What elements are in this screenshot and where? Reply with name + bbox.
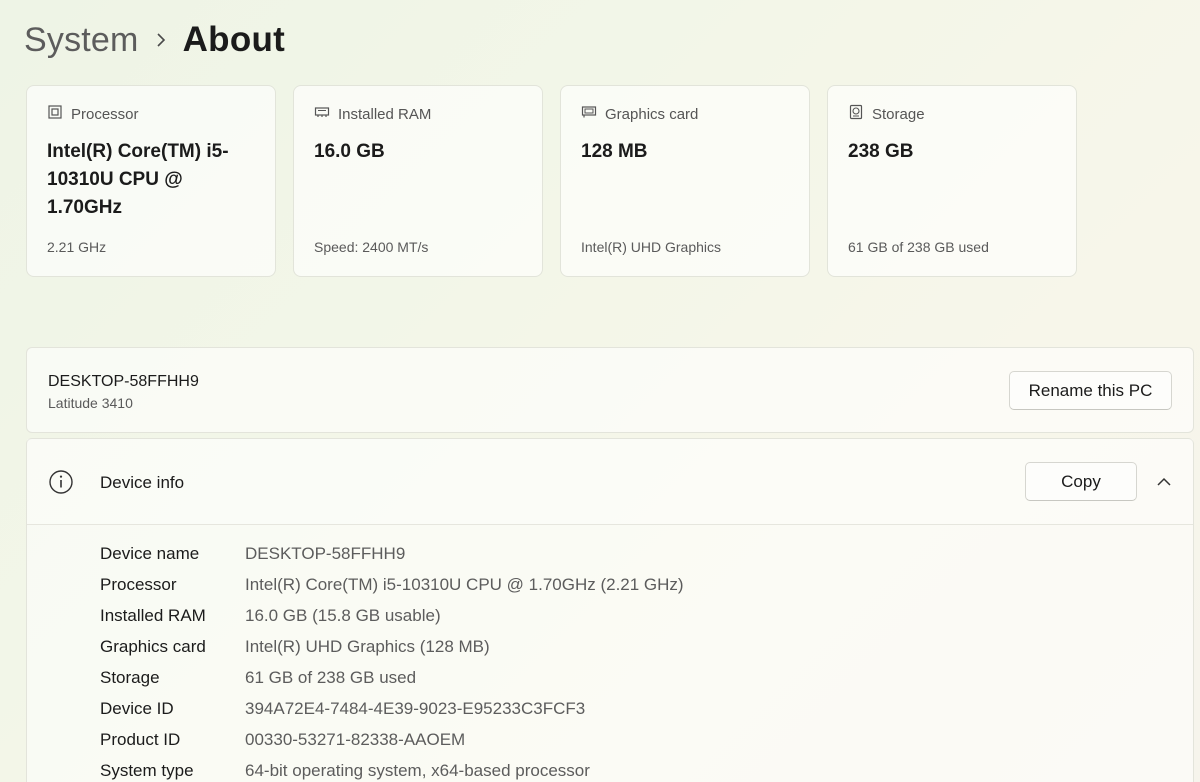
rename-pc-button[interactable]: Rename this PC (1009, 371, 1172, 410)
breadcrumb-system-link[interactable]: System (24, 21, 139, 60)
chevron-up-icon[interactable] (1156, 475, 1172, 493)
pc-name-panel: DESKTOP-58FFHH9 Latitude 3410 Rename thi… (26, 347, 1194, 433)
device-info-header[interactable]: Device info Copy (27, 439, 1193, 525)
ram-card: Installed RAM 16.0 GB Speed: 2400 MT/s (293, 85, 543, 277)
table-row: Device name DESKTOP-58FFHH9 (100, 538, 684, 569)
ram-icon (314, 104, 330, 124)
info-icon (48, 469, 74, 500)
spec-cards: Processor Intel(R) Core(TM) i5-10310U CP… (26, 85, 1077, 277)
card-sub: Speed: 2400 MT/s (314, 239, 429, 255)
card-label: Processor (71, 105, 139, 123)
storage-card: Storage 238 GB 61 GB of 238 GB used (827, 85, 1077, 277)
page-title: About (182, 20, 286, 59)
spec-value: 61 GB of 238 GB used (245, 667, 417, 687)
spec-label: Processor (100, 574, 177, 594)
device-info-panel: Device info Copy Device name DESKTOP-58F… (26, 438, 1194, 782)
table-row: System type 64-bit operating system, x64… (100, 755, 684, 782)
spec-value: 00330-53271-82338-AAOEM (245, 729, 466, 749)
table-row: Storage 61 GB of 238 GB used (100, 662, 684, 693)
spec-label: Device name (100, 543, 200, 563)
card-value: Intel(R) Core(TM) i5-10310U CPU @ 1.70GH… (47, 141, 229, 218)
card-value: 128 MB (581, 141, 648, 162)
graphics-card-icon (581, 104, 597, 124)
card-value: 238 GB (848, 141, 914, 162)
spec-label: Graphics card (100, 636, 206, 656)
pc-model: Latitude 3410 (48, 395, 133, 411)
spec-label: Installed RAM (100, 605, 206, 625)
card-value: 16.0 GB (314, 141, 385, 162)
spec-value: 394A72E4-7484-4E39-9023-E95233C3FCF3 (245, 698, 586, 718)
card-sub: 2.21 GHz (47, 239, 107, 255)
graphics-card-card: Graphics card 128 MB Intel(R) UHD Graphi… (560, 85, 810, 277)
spec-label: Product ID (100, 729, 181, 749)
card-label: Installed RAM (338, 105, 432, 123)
table-row: Device ID 394A72E4-7484-4E39-9023-E95233… (100, 693, 684, 724)
spec-value: 64-bit operating system, x64-based proce… (245, 760, 590, 780)
spec-value: Intel(R) Core(TM) i5-10310U CPU @ 1.70GH… (245, 574, 684, 594)
card-sub: Intel(R) UHD Graphics (581, 239, 722, 255)
spec-label: Storage (100, 667, 160, 687)
table-row: Product ID 00330-53271-82338-AAOEM (100, 724, 684, 755)
table-row: Processor Intel(R) Core(TM) i5-10310U CP… (100, 569, 684, 600)
device-spec-table: Device name DESKTOP-58FFHH9 Processor In… (100, 538, 684, 782)
spec-label: Device ID (100, 698, 174, 718)
pc-name: DESKTOP-58FFHH9 (48, 373, 199, 390)
card-label: Graphics card (605, 105, 699, 123)
storage-icon (848, 104, 864, 124)
card-sub: 61 GB of 238 GB used (848, 239, 989, 255)
device-info-title: Device info (100, 473, 185, 492)
processor-card: Processor Intel(R) Core(TM) i5-10310U CP… (26, 85, 276, 277)
chevron-right-icon (139, 32, 183, 48)
table-row: Installed RAM 16.0 GB (15.8 GB usable) (100, 600, 684, 631)
breadcrumb: System About (24, 18, 285, 62)
spec-value: Intel(R) UHD Graphics (128 MB) (245, 636, 490, 656)
processor-icon (47, 104, 63, 124)
table-row: Graphics card Intel(R) UHD Graphics (128… (100, 631, 684, 662)
spec-label: System type (100, 760, 194, 780)
spec-value: DESKTOP-58FFHH9 (245, 543, 406, 563)
copy-button[interactable]: Copy (1025, 462, 1137, 501)
spec-value: 16.0 GB (15.8 GB usable) (245, 605, 441, 625)
card-label: Storage (872, 105, 925, 123)
